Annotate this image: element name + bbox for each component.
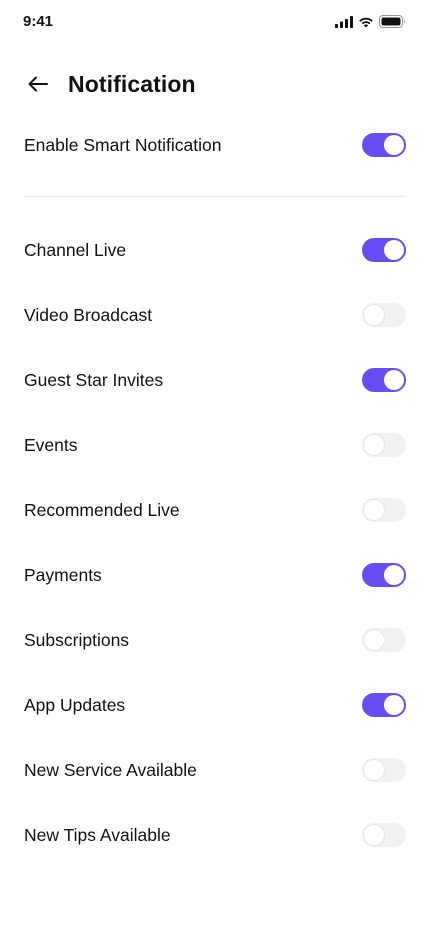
status-time: 9:41 [23,13,54,30]
video-broadcast-toggle[interactable] [362,303,406,327]
toggle-knob [384,135,404,155]
setting-row-events: Events [24,425,406,465]
new-tips-available-toggle[interactable] [362,823,406,847]
setting-row-new-tips-available: New Tips Available [24,815,406,855]
setting-row-video-broadcast: Video Broadcast [24,295,406,335]
smart-notification-toggle[interactable] [362,133,406,157]
back-button[interactable] [24,72,52,100]
setting-row-recommended-live: Recommended Live [24,490,406,530]
setting-row-app-updates: App Updates [24,685,406,725]
subscriptions-toggle[interactable] [362,628,406,652]
setting-label: Channel Live [24,239,127,260]
events-toggle[interactable] [362,433,406,457]
page-title: Notification [68,71,196,97]
setting-row-channel-live: Channel Live [24,230,406,270]
toggle-knob [364,825,384,845]
setting-label: New Service Available [24,759,197,780]
toggle-knob [364,305,384,325]
toggle-knob [364,435,384,455]
setting-label: App Updates [24,694,126,715]
status-bar: 9:41 [0,0,430,44]
smart-notification-label: Enable Smart Notification [24,134,222,155]
setting-label: Subscriptions [24,629,130,650]
setting-row-new-service-available: New Service Available [24,750,406,790]
smart-notification-row: Enable Smart Notification [24,125,406,165]
header: Notification [0,64,430,108]
toggle-knob [384,695,404,715]
recommended-live-toggle[interactable] [362,498,406,522]
setting-row-guest-star-invites: Guest Star Invites [24,360,406,400]
wifi-icon [358,16,374,28]
toggle-knob [384,240,404,260]
status-icons [335,15,406,28]
setting-label: Video Broadcast [24,304,153,325]
setting-label: Payments [24,564,102,585]
toggle-knob [384,370,404,390]
app-updates-toggle[interactable] [362,693,406,717]
toggle-knob [384,565,404,585]
setting-row-payments: Payments [24,555,406,595]
arrow-left-icon [26,72,50,101]
payments-toggle[interactable] [362,563,406,587]
setting-label: New Tips Available [24,824,171,845]
divider [24,196,406,197]
setting-label: Guest Star Invites [24,369,164,390]
new-service-available-toggle[interactable] [362,758,406,782]
guest-star-invites-toggle[interactable] [362,368,406,392]
battery-icon [379,15,406,28]
toggle-knob [364,760,384,780]
cellular-signal-icon [335,15,353,28]
toggle-knob [364,630,384,650]
setting-row-subscriptions: Subscriptions [24,620,406,660]
channel-live-toggle[interactable] [362,238,406,262]
setting-label: Events [24,434,78,455]
toggle-knob [364,500,384,520]
setting-label: Recommended Live [24,499,180,520]
